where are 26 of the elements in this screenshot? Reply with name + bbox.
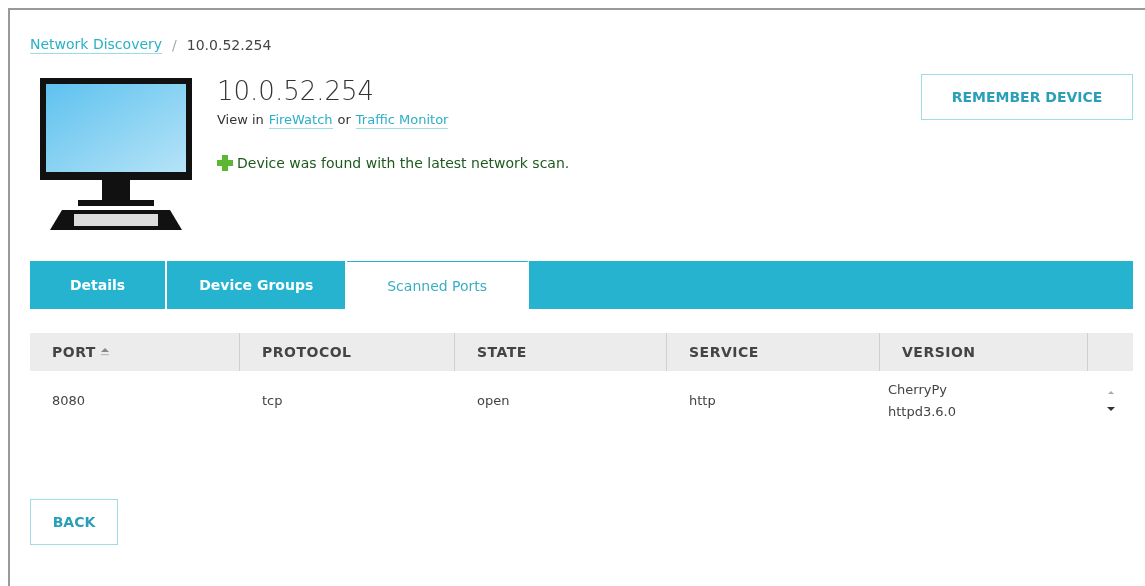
or-label: or xyxy=(337,112,351,129)
status-message: Device was found with the latest network scan. xyxy=(237,155,570,171)
scroll-arrows-icon[interactable] xyxy=(1106,390,1115,412)
device-title: 10.0.52.254 xyxy=(217,76,376,106)
table-cell-text: open xyxy=(476,392,511,410)
table-cell-text: 8080 xyxy=(51,392,87,410)
breadcrumb-separator: / xyxy=(172,37,177,53)
table-cell-text: http xyxy=(688,392,717,410)
tab[interactable]: Details xyxy=(30,261,168,309)
plus-icon xyxy=(217,155,233,171)
remember-device-button[interactable]: REMEMBER DEVICE xyxy=(921,74,1133,120)
column-header[interactable]: STATE xyxy=(455,333,667,371)
column-header[interactable]: SERVICE xyxy=(667,333,880,371)
column-header[interactable]: PROTOCOL xyxy=(240,333,455,371)
back-button[interactable]: BACK xyxy=(30,499,118,545)
table-cell-text: CherryPy httpd3.6.0 xyxy=(887,381,957,421)
column-header[interactable]: PORT xyxy=(30,333,240,371)
view-in-label: View in xyxy=(217,112,264,129)
column-header[interactable]: VERSION xyxy=(880,333,1088,371)
table-cell-text: tcp xyxy=(261,392,284,410)
breadcrumb-current: 10.0.52.254 xyxy=(186,37,272,53)
tab[interactable]: Scanned Ports xyxy=(347,261,530,310)
computer-icon xyxy=(40,78,192,230)
breadcrumb-link[interactable]: Network Discovery xyxy=(30,36,163,54)
app-link[interactable]: Traffic Monitor xyxy=(355,112,449,129)
app-link[interactable]: FireWatch xyxy=(268,112,333,129)
